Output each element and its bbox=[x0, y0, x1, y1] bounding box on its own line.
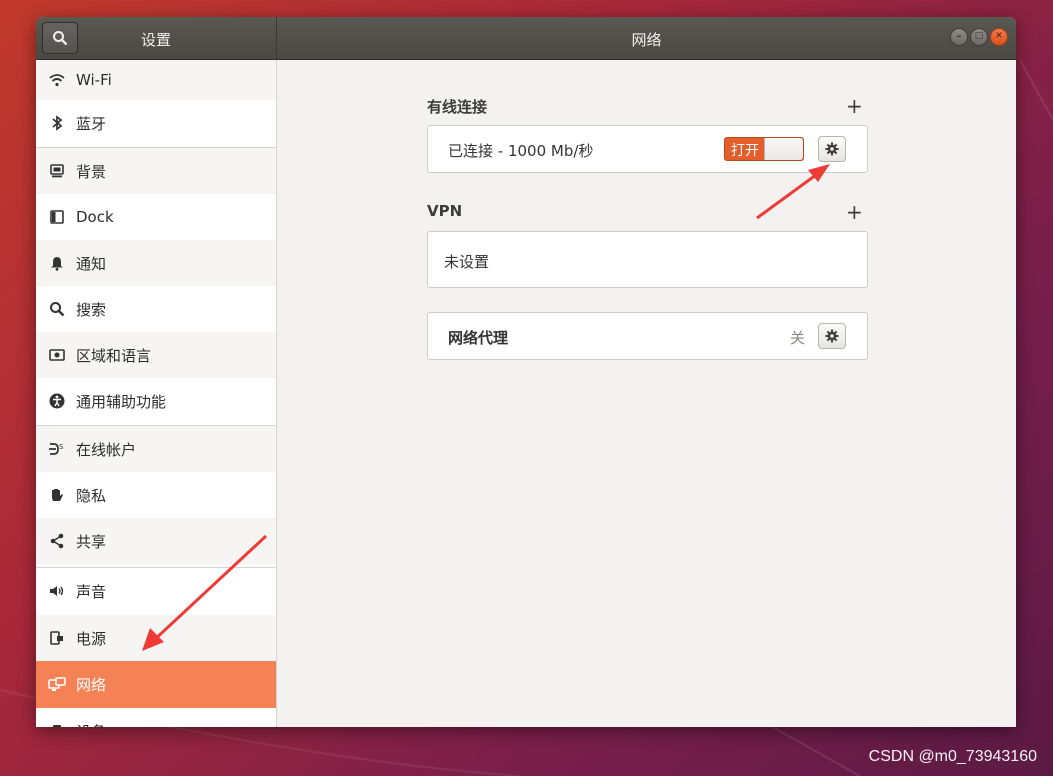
proxy-label: 网络代理 bbox=[448, 329, 509, 347]
sidebar-item-bluetooth[interactable]: 蓝牙 bbox=[36, 100, 276, 146]
network-panel: 有线连接 + 已连接 - 1000 Mb/秒 打开 VPN + 未设置 网络代理… bbox=[277, 60, 1016, 727]
wired-status: 已连接 - 1000 Mb/秒 bbox=[448, 142, 594, 160]
sidebar-item-background[interactable]: 背景 bbox=[36, 148, 276, 194]
speaker-icon bbox=[48, 582, 66, 600]
toggle-knob bbox=[764, 138, 803, 160]
window-title: 网络 bbox=[631, 31, 662, 49]
sidebar-item-label: 蓝牙 bbox=[76, 114, 107, 133]
sidebar-item-label: 隐私 bbox=[76, 486, 107, 505]
sidebar-item-label: 共享 bbox=[76, 532, 107, 551]
vpn-section-title: VPN bbox=[427, 202, 463, 220]
share-icon bbox=[48, 532, 66, 550]
search-icon bbox=[48, 300, 66, 318]
sidebar-item-label: 区域和语言 bbox=[76, 346, 152, 365]
sidebar-item-region[interactable]: 区域和语言 bbox=[36, 332, 276, 378]
settings-window: 设置 网络 Wi-Fi 蓝牙 背景 bbox=[36, 17, 1016, 727]
online-accounts-icon: S bbox=[48, 440, 66, 458]
proxy-card[interactable]: 网络代理 关 bbox=[427, 312, 868, 360]
proxy-state: 关 bbox=[790, 329, 806, 347]
sidebar-item-devices[interactable]: 设备 › bbox=[36, 708, 276, 727]
vpn-empty-text: 未设置 bbox=[444, 253, 490, 271]
sidebar-title: 设置 bbox=[140, 31, 171, 49]
sidebar-item-search[interactable]: 搜索 bbox=[36, 286, 276, 332]
sidebar-item-label: 背景 bbox=[76, 162, 107, 181]
add-vpn-button[interactable]: + bbox=[846, 202, 863, 222]
power-icon bbox=[48, 629, 66, 647]
sidebar-item-label: 通知 bbox=[76, 254, 107, 273]
wired-settings-button[interactable] bbox=[818, 136, 846, 162]
maximize-button[interactable] bbox=[970, 28, 988, 46]
search-icon bbox=[53, 31, 68, 46]
sidebar-item-privacy[interactable]: 隐私 bbox=[36, 472, 276, 518]
sidebar-item-network[interactable]: 网络 bbox=[36, 661, 276, 708]
bluetooth-icon bbox=[48, 114, 66, 132]
wired-section-title: 有线连接 bbox=[427, 98, 488, 116]
sidebar-item-wifi[interactable]: Wi-Fi bbox=[36, 60, 276, 100]
wifi-icon bbox=[48, 71, 66, 89]
hand-icon bbox=[48, 486, 66, 504]
vpn-card: 未设置 bbox=[427, 231, 868, 288]
sidebar-item-label: 声音 bbox=[76, 582, 107, 601]
sidebar-item-dock[interactable]: Dock bbox=[36, 194, 276, 240]
sidebar-item-label: 在线帐户 bbox=[76, 440, 137, 459]
chevron-right-icon: › bbox=[255, 724, 260, 728]
background-icon bbox=[48, 162, 66, 180]
network-icon bbox=[48, 676, 66, 694]
wired-connection-card: 已连接 - 1000 Mb/秒 打开 bbox=[427, 125, 868, 173]
sidebar-item-notifications[interactable]: 通知 bbox=[36, 240, 276, 286]
minimize-button[interactable] bbox=[950, 28, 968, 46]
window-controls bbox=[950, 28, 1008, 48]
proxy-settings-button[interactable] bbox=[818, 323, 846, 349]
sidebar-item-accessibility[interactable]: 通用辅助功能 bbox=[36, 378, 276, 424]
gear-icon bbox=[825, 142, 839, 156]
sidebar-item-label: 通用辅助功能 bbox=[76, 392, 167, 411]
search-button[interactable] bbox=[42, 22, 78, 54]
sidebar-item-sharing[interactable]: 共享 bbox=[36, 518, 276, 564]
wired-toggle[interactable]: 打开 bbox=[724, 137, 804, 161]
region-icon bbox=[48, 346, 66, 364]
svg-text:S: S bbox=[59, 443, 64, 451]
sidebar-item-power[interactable]: 电源 bbox=[36, 615, 276, 661]
toggle-on-label: 打开 bbox=[731, 143, 759, 159]
close-button[interactable] bbox=[990, 28, 1008, 46]
sidebar-item-sound[interactable]: 声音 bbox=[36, 568, 276, 614]
watermark: CSDN @m0_73943160 bbox=[868, 748, 1037, 765]
title-bar: 设置 网络 bbox=[36, 17, 1016, 60]
sidebar-item-label: 电源 bbox=[76, 629, 107, 648]
sidebar-item-label: 搜索 bbox=[76, 300, 107, 319]
sidebar: Wi-Fi 蓝牙 背景 Dock 通知 搜索 区域和语言 通用辅助功能 S 在线… bbox=[36, 60, 277, 727]
sidebar-item-online-accounts[interactable]: S 在线帐户 bbox=[36, 426, 276, 472]
sidebar-item-label: Wi-Fi bbox=[76, 71, 112, 89]
sidebar-header: 设置 bbox=[36, 17, 277, 59]
sidebar-item-label: 设备 bbox=[76, 721, 106, 728]
sidebar-item-label: 网络 bbox=[76, 676, 107, 694]
device-icon bbox=[48, 722, 66, 727]
dock-icon bbox=[48, 208, 66, 226]
bell-icon bbox=[48, 254, 66, 272]
gear-icon bbox=[825, 329, 839, 343]
accessibility-icon bbox=[48, 392, 66, 410]
sidebar-item-label: Dock bbox=[76, 208, 114, 226]
add-wired-button[interactable]: + bbox=[846, 96, 863, 116]
